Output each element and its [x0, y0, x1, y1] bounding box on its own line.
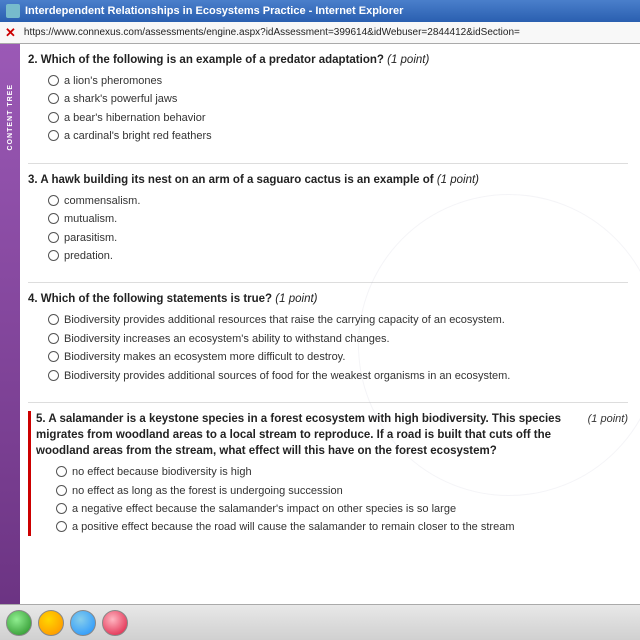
- radio-option-2[interactable]: [56, 485, 67, 496]
- question-4-text: 4. Which of the following statements is …: [28, 291, 628, 307]
- question-2-options: a lion's pheromones a shark's powerful j…: [28, 74, 628, 145]
- question-5-header: 5. A salamander is a keystone species in…: [36, 411, 628, 465]
- list-item[interactable]: mutualism.: [48, 212, 628, 227]
- radio-option-4[interactable]: [48, 130, 59, 141]
- question-3-options: commensalism. mutualism. parasitism. pre…: [28, 194, 628, 265]
- close-tab-icon[interactable]: ✕: [5, 25, 16, 41]
- sidebar-label: CONTENT TREE: [7, 84, 14, 150]
- list-item[interactable]: a cardinal's bright red feathers: [48, 129, 628, 144]
- list-item[interactable]: Biodiversity increases an ecosystem's ab…: [48, 332, 628, 347]
- radio-option-3[interactable]: [48, 112, 59, 123]
- question-2-block: 2. Which of the following is an example …: [28, 52, 628, 145]
- question-4-options: Biodiversity provides additional resourc…: [28, 313, 628, 384]
- divider-3: [28, 402, 628, 403]
- radio-option-2[interactable]: [48, 93, 59, 104]
- taskbar-btn-blue[interactable]: [70, 610, 96, 636]
- question-3-text: 3. A hawk building its nest on an arm of…: [28, 172, 628, 188]
- list-item[interactable]: a lion's pheromones: [48, 74, 628, 89]
- divider-2: [28, 282, 628, 283]
- list-item[interactable]: Biodiversity provides additional resourc…: [48, 313, 628, 328]
- radio-option-1[interactable]: [48, 314, 59, 325]
- list-item[interactable]: Biodiversity makes an ecosystem more dif…: [48, 350, 628, 365]
- question-2-text: 2. Which of the following is an example …: [28, 52, 628, 68]
- question-5-options: no effect because biodiversity is high n…: [36, 465, 628, 536]
- radio-option-4[interactable]: [56, 521, 67, 532]
- content-area: 2. Which of the following is an example …: [20, 44, 640, 604]
- url-field[interactable]: https://www.connexus.com/assessments/eng…: [24, 27, 520, 38]
- radio-option-1[interactable]: [48, 75, 59, 86]
- question-3-block: 3. A hawk building its nest on an arm of…: [28, 172, 628, 265]
- question-5-points: (1 point): [588, 411, 628, 465]
- question-5-block: 5. A salamander is a keystone species in…: [28, 411, 628, 536]
- radio-option-3[interactable]: [48, 351, 59, 362]
- list-item[interactable]: no effect because biodiversity is high: [56, 465, 628, 480]
- radio-option-3[interactable]: [56, 503, 67, 514]
- taskbar-btn-red[interactable]: [102, 610, 128, 636]
- taskbar-btn-green[interactable]: [6, 610, 32, 636]
- list-item[interactable]: Biodiversity provides additional sources…: [48, 369, 628, 384]
- address-bar[interactable]: ✕ https://www.connexus.com/assessments/e…: [0, 22, 640, 44]
- title-bar: Interdependent Relationships in Ecosyste…: [0, 0, 640, 22]
- list-item[interactable]: a negative effect because the salamander…: [56, 502, 628, 517]
- window-title: Interdependent Relationships in Ecosyste…: [25, 5, 634, 17]
- radio-option-2[interactable]: [48, 213, 59, 224]
- radio-option-2[interactable]: [48, 333, 59, 344]
- list-item[interactable]: predation.: [48, 249, 628, 264]
- main-area: CONTENT TREE 2. Which of the following i…: [0, 44, 640, 604]
- list-item[interactable]: commensalism.: [48, 194, 628, 209]
- browser-icon: [6, 4, 20, 18]
- list-item[interactable]: parasitism.: [48, 231, 628, 246]
- radio-option-4[interactable]: [48, 370, 59, 381]
- list-item[interactable]: a shark's powerful jaws: [48, 92, 628, 107]
- list-item[interactable]: no effect as long as the forest is under…: [56, 484, 628, 499]
- radio-option-3[interactable]: [48, 232, 59, 243]
- radio-option-1[interactable]: [48, 195, 59, 206]
- list-item[interactable]: a bear's hibernation behavior: [48, 111, 628, 126]
- list-item[interactable]: a positive effect because the road will …: [56, 520, 628, 535]
- radio-option-1[interactable]: [56, 466, 67, 477]
- question-5-text: 5. A salamander is a keystone species in…: [36, 411, 584, 465]
- left-sidebar: CONTENT TREE: [0, 44, 20, 604]
- taskbar: [0, 604, 640, 640]
- divider-1: [28, 163, 628, 164]
- question-4-block: 4. Which of the following statements is …: [28, 291, 628, 384]
- taskbar-btn-orange[interactable]: [38, 610, 64, 636]
- radio-option-4[interactable]: [48, 250, 59, 261]
- browser-window: Interdependent Relationships in Ecosyste…: [0, 0, 640, 640]
